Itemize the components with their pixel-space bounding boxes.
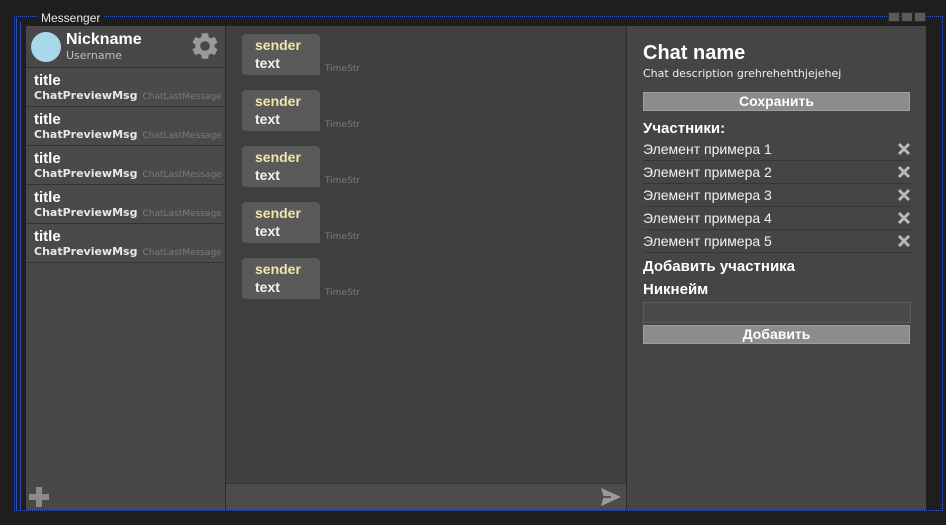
- chat-last-message: ChatLastMessage: [142, 248, 222, 258]
- profile-header: Nickname Username: [26, 26, 225, 68]
- chat-name: Chat name: [643, 42, 746, 64]
- message: sender text TimeStr: [242, 34, 360, 75]
- member-row: Элемент примера 4: [643, 207, 911, 230]
- message-time: TimeStr: [325, 120, 360, 130]
- member-row: Элемент примера 1: [643, 138, 911, 161]
- members-list: Элемент примера 1 Элемент примера 2 Элем…: [643, 138, 912, 253]
- chat-list-item[interactable]: title ChatPreviewMsg ChatLastMessage: [26, 224, 225, 263]
- chat-preview: ChatPreviewMsg: [34, 89, 138, 102]
- member-row: Элемент примера 2: [643, 161, 911, 184]
- chat-list-item[interactable]: title ChatPreviewMsg ChatLastMessage: [26, 68, 225, 107]
- member-name: Элемент примера 5: [643, 233, 772, 249]
- profile-username: Username: [66, 49, 123, 62]
- message-bubble[interactable]: sender text: [242, 90, 320, 131]
- message-text: text: [255, 111, 280, 127]
- chat-last-message: ChatLastMessage: [142, 209, 222, 219]
- add-member-label: Добавить участника: [643, 258, 796, 275]
- chat-list: title ChatPreviewMsg ChatLastMessage tit…: [26, 68, 225, 263]
- chat-sidebar: Nickname Username title ChatPreviewMsg C…: [26, 26, 226, 510]
- message-sender: sender: [255, 93, 301, 109]
- message-time: TimeStr: [325, 64, 360, 74]
- chat-last-message: ChatLastMessage: [142, 170, 222, 180]
- message: sender text TimeStr: [242, 258, 360, 299]
- chat-preview: ChatPreviewMsg: [34, 167, 138, 180]
- close-icon[interactable]: [897, 188, 911, 202]
- nickname-label: Никнейм: [643, 281, 709, 298]
- profile-nickname: Nickname: [66, 31, 142, 48]
- message-area: sender text TimeStr sender text TimeStr …: [226, 26, 627, 510]
- chat-title: title: [34, 111, 61, 128]
- nickname-input[interactable]: [643, 302, 911, 323]
- chat-last-message: ChatLastMessage: [142, 131, 222, 141]
- chat-description: Chat description grehrehehthjejehej: [643, 67, 842, 80]
- member-name: Элемент примера 1: [643, 141, 772, 157]
- add-member-button[interactable]: Добавить: [643, 325, 910, 344]
- close-icon[interactable]: [897, 142, 911, 156]
- message-bubble[interactable]: sender text: [242, 258, 320, 299]
- chat-list-item[interactable]: title ChatPreviewMsg ChatLastMessage: [26, 146, 225, 185]
- chat-list-item[interactable]: title ChatPreviewMsg ChatLastMessage: [26, 107, 225, 146]
- window-controls: [888, 12, 926, 22]
- window-title: Messenger: [38, 11, 104, 25]
- avatar[interactable]: [31, 31, 61, 62]
- chat-preview: ChatPreviewMsg: [34, 245, 138, 258]
- send-icon[interactable]: [600, 487, 622, 507]
- message-sender: sender: [255, 37, 301, 53]
- left-guide-line: [16, 18, 17, 510]
- chat-title: title: [34, 150, 61, 167]
- member-name: Элемент примера 4: [643, 210, 772, 226]
- members-label: Участники:: [643, 120, 726, 137]
- chat-preview: ChatPreviewMsg: [34, 206, 138, 219]
- message: sender text TimeStr: [242, 202, 360, 243]
- plus-icon[interactable]: [28, 486, 50, 508]
- member-row: Элемент примера 5: [643, 230, 911, 253]
- message-text: text: [255, 167, 280, 183]
- message-text: text: [255, 55, 280, 71]
- message-text: text: [255, 223, 280, 239]
- message-bubble[interactable]: sender text: [242, 146, 320, 187]
- chat-title: title: [34, 72, 61, 89]
- member-name: Элемент примера 2: [643, 164, 772, 180]
- message-input[interactable]: [226, 483, 626, 510]
- minimize-button[interactable]: [888, 12, 900, 22]
- message: sender text TimeStr: [242, 90, 360, 131]
- chat-list-item[interactable]: title ChatPreviewMsg ChatLastMessage: [26, 185, 225, 224]
- close-icon[interactable]: [897, 165, 911, 179]
- message-bubble[interactable]: sender text: [242, 34, 320, 75]
- close-window-button[interactable]: [914, 12, 926, 22]
- save-button[interactable]: Сохранить: [643, 92, 910, 111]
- chat-title: title: [34, 189, 61, 206]
- close-icon[interactable]: [897, 234, 911, 248]
- left-guide-line-inner: [20, 22, 21, 510]
- message-sender: sender: [255, 261, 301, 277]
- member-row: Элемент примера 3: [643, 184, 911, 207]
- message: sender text TimeStr: [242, 146, 360, 187]
- gear-icon[interactable]: [189, 30, 221, 62]
- message-sender: sender: [255, 149, 301, 165]
- message-bubble[interactable]: sender text: [242, 202, 320, 243]
- messenger-app: Nickname Username title ChatPreviewMsg C…: [26, 26, 926, 510]
- member-name: Элемент примера 3: [643, 187, 772, 203]
- chat-title: title: [34, 228, 61, 245]
- message-sender: sender: [255, 205, 301, 221]
- maximize-button[interactable]: [901, 12, 913, 22]
- chat-preview: ChatPreviewMsg: [34, 128, 138, 141]
- chat-last-message: ChatLastMessage: [142, 92, 222, 102]
- close-icon[interactable]: [897, 211, 911, 225]
- message-text: text: [255, 279, 280, 295]
- message-time: TimeStr: [325, 176, 360, 186]
- message-time: TimeStr: [325, 232, 360, 242]
- message-time: TimeStr: [325, 288, 360, 298]
- chat-settings-panel: Chat name Chat description grehrehehthje…: [627, 26, 926, 510]
